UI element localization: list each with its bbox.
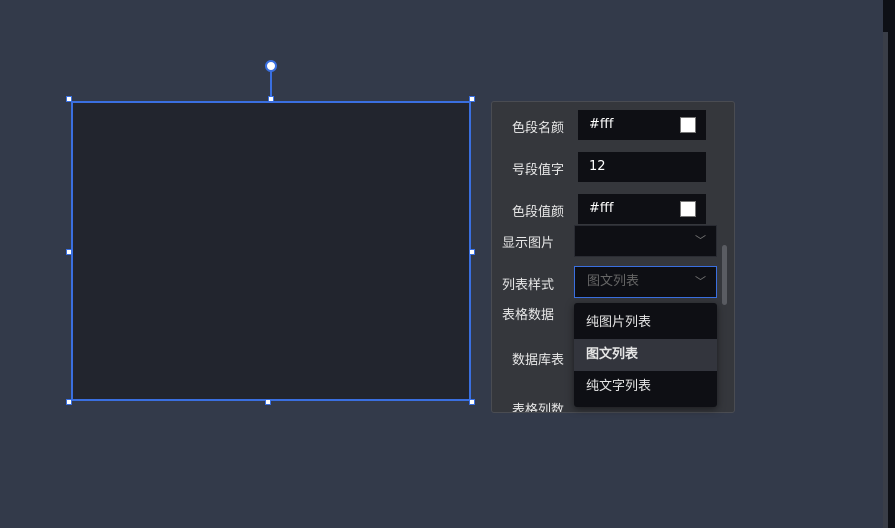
- option-text-only[interactable]: 纯文字列表: [574, 371, 717, 403]
- resize-handle-br[interactable]: [469, 399, 475, 405]
- resize-handle-tr[interactable]: [469, 96, 475, 102]
- color-swatch[interactable]: [680, 201, 696, 217]
- canvas-component[interactable]: [71, 101, 471, 401]
- list-style-placeholder: 图文列表: [587, 274, 640, 289]
- list-style-label: 列表样式: [502, 278, 555, 293]
- show-image-label: 显示图片: [502, 236, 555, 251]
- field-value-color-value: #fff: [589, 201, 614, 216]
- chevron-down-icon: ﹀: [695, 234, 706, 247]
- db-table-label: 数据库表: [512, 353, 565, 368]
- field-value-size-input[interactable]: 12: [578, 152, 706, 182]
- list-style-select[interactable]: 图文列表 ﹀: [574, 266, 717, 298]
- field-name-color-label: 色段名颜: [512, 121, 565, 136]
- resize-handle-tl[interactable]: [66, 96, 72, 102]
- option-image-text[interactable]: 图文列表: [574, 339, 717, 371]
- panel-scrollbar[interactable]: [722, 245, 727, 305]
- table-data-label: 表格数据: [502, 308, 555, 323]
- field-name-color-input[interactable]: #fff: [578, 110, 706, 140]
- list-style-dropdown: 纯图片列表 图文列表 纯文字列表: [574, 303, 717, 407]
- show-image-select[interactable]: ﹀: [574, 225, 717, 257]
- resize-handle-bl[interactable]: [66, 399, 72, 405]
- option-image-only[interactable]: 纯图片列表: [574, 307, 717, 339]
- field-value-color-input[interactable]: #fff: [578, 194, 706, 224]
- field-value-size-value: 12: [589, 159, 606, 174]
- resize-handle-r[interactable]: [469, 249, 475, 255]
- field-name-color-value: #fff: [589, 117, 614, 132]
- field-value-color-label: 色段值颜: [512, 205, 565, 220]
- color-swatch[interactable]: [680, 117, 696, 133]
- right-scrollbar-thumb[interactable]: [883, 32, 888, 528]
- resize-handle-l[interactable]: [66, 249, 72, 255]
- table-cols-label: 表格列数: [512, 403, 565, 413]
- resize-handle-b[interactable]: [265, 399, 271, 405]
- field-value-size-label: 号段值字: [512, 163, 565, 178]
- resize-handle-t[interactable]: [268, 96, 274, 102]
- rotate-handle[interactable]: [265, 60, 277, 72]
- chevron-down-icon: ﹀: [695, 275, 706, 288]
